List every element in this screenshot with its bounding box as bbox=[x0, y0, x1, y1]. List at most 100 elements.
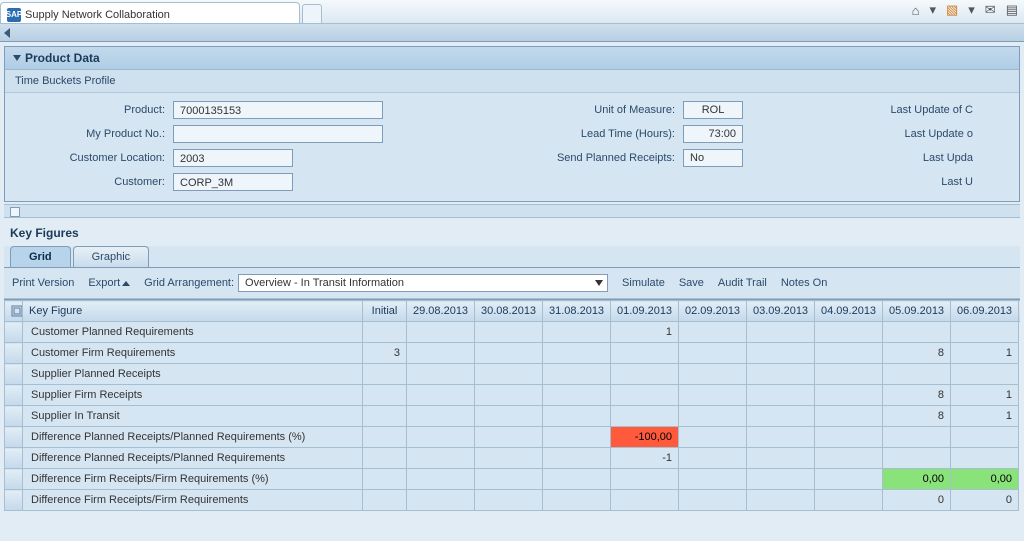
data-cell[interactable]: 0,00 bbox=[951, 469, 1019, 490]
data-cell[interactable]: 1 bbox=[951, 385, 1019, 406]
data-cell[interactable] bbox=[475, 385, 543, 406]
data-cell[interactable] bbox=[363, 322, 407, 343]
col-date[interactable]: 06.09.2013 bbox=[951, 301, 1019, 322]
data-cell[interactable] bbox=[679, 490, 747, 511]
data-cell[interactable] bbox=[883, 322, 951, 343]
data-cell[interactable] bbox=[363, 406, 407, 427]
data-cell[interactable] bbox=[407, 322, 475, 343]
data-cell[interactable] bbox=[543, 385, 611, 406]
data-cell[interactable] bbox=[611, 385, 679, 406]
data-cell[interactable] bbox=[543, 343, 611, 364]
simulate-link[interactable]: Simulate bbox=[622, 277, 665, 289]
data-cell[interactable] bbox=[407, 343, 475, 364]
sendpr-field[interactable]: No bbox=[683, 149, 743, 167]
data-cell[interactable]: 0 bbox=[883, 490, 951, 511]
data-cell[interactable] bbox=[543, 469, 611, 490]
product-field[interactable]: 7000135153 bbox=[173, 101, 383, 119]
tab-graphic[interactable]: Graphic bbox=[73, 246, 150, 267]
row-selector[interactable] bbox=[5, 469, 23, 490]
row-selector[interactable] bbox=[5, 385, 23, 406]
data-cell[interactable] bbox=[543, 406, 611, 427]
data-cell[interactable] bbox=[363, 469, 407, 490]
data-cell[interactable] bbox=[747, 385, 815, 406]
data-cell[interactable] bbox=[475, 406, 543, 427]
data-cell[interactable] bbox=[475, 427, 543, 448]
data-cell[interactable] bbox=[543, 427, 611, 448]
data-cell[interactable] bbox=[407, 406, 475, 427]
data-cell[interactable] bbox=[815, 427, 883, 448]
data-cell[interactable] bbox=[679, 427, 747, 448]
data-cell[interactable] bbox=[815, 385, 883, 406]
data-cell[interactable] bbox=[951, 322, 1019, 343]
data-cell[interactable] bbox=[363, 427, 407, 448]
data-cell[interactable]: -100,00 bbox=[611, 427, 679, 448]
dropdown-icon[interactable]: ▾ bbox=[968, 2, 975, 18]
data-cell[interactable]: 0,00 bbox=[883, 469, 951, 490]
col-date[interactable]: 31.08.2013 bbox=[543, 301, 611, 322]
rss-icon[interactable]: ▧ bbox=[946, 2, 958, 18]
data-cell[interactable] bbox=[475, 469, 543, 490]
col-date[interactable]: 30.08.2013 bbox=[475, 301, 543, 322]
new-tab-button[interactable] bbox=[302, 4, 322, 23]
data-cell[interactable]: -1 bbox=[611, 448, 679, 469]
data-cell[interactable] bbox=[363, 490, 407, 511]
col-key-figure[interactable]: Key Figure bbox=[23, 301, 363, 322]
row-selector[interactable] bbox=[5, 490, 23, 511]
data-cell[interactable]: 8 bbox=[883, 343, 951, 364]
data-cell[interactable] bbox=[951, 364, 1019, 385]
data-cell[interactable]: 1 bbox=[951, 406, 1019, 427]
data-cell[interactable] bbox=[679, 364, 747, 385]
data-cell[interactable] bbox=[407, 469, 475, 490]
data-cell[interactable] bbox=[815, 490, 883, 511]
data-cell[interactable] bbox=[815, 322, 883, 343]
data-cell[interactable] bbox=[815, 448, 883, 469]
row-selector[interactable] bbox=[5, 406, 23, 427]
select-all-header[interactable] bbox=[5, 301, 23, 322]
back-arrow-icon[interactable] bbox=[4, 28, 10, 38]
data-cell[interactable] bbox=[407, 490, 475, 511]
data-cell[interactable] bbox=[363, 385, 407, 406]
row-selector[interactable] bbox=[5, 343, 23, 364]
data-cell[interactable] bbox=[475, 448, 543, 469]
data-cell[interactable] bbox=[951, 448, 1019, 469]
grid-arrangement-dropdown[interactable]: Overview - In Transit Information bbox=[238, 274, 608, 292]
data-cell[interactable] bbox=[475, 343, 543, 364]
dropdown-icon[interactable]: ▾ bbox=[929, 2, 936, 18]
uom-field[interactable]: ROL bbox=[683, 101, 743, 119]
row-selector[interactable] bbox=[5, 448, 23, 469]
data-cell[interactable] bbox=[475, 490, 543, 511]
col-initial[interactable]: Initial bbox=[363, 301, 407, 322]
data-cell[interactable] bbox=[611, 490, 679, 511]
col-date[interactable]: 07 bbox=[1019, 301, 1021, 322]
row-selector[interactable] bbox=[5, 322, 23, 343]
data-cell[interactable] bbox=[747, 490, 815, 511]
data-cell[interactable] bbox=[679, 343, 747, 364]
data-cell[interactable] bbox=[475, 364, 543, 385]
browser-tab[interactable]: SAP Supply Network Collaboration bbox=[0, 2, 300, 23]
data-cell[interactable] bbox=[543, 448, 611, 469]
col-date[interactable]: 05.09.2013 bbox=[883, 301, 951, 322]
data-cell[interactable] bbox=[543, 364, 611, 385]
row-selector[interactable] bbox=[5, 427, 23, 448]
data-cell[interactable] bbox=[815, 469, 883, 490]
data-cell[interactable] bbox=[363, 364, 407, 385]
data-cell[interactable] bbox=[951, 427, 1019, 448]
data-cell[interactable] bbox=[611, 343, 679, 364]
data-cell[interactable]: 8 bbox=[883, 406, 951, 427]
data-cell[interactable] bbox=[363, 448, 407, 469]
data-cell[interactable] bbox=[815, 406, 883, 427]
data-cell[interactable] bbox=[407, 364, 475, 385]
data-cell[interactable]: 8 bbox=[883, 385, 951, 406]
data-cell[interactable] bbox=[679, 469, 747, 490]
data-cell[interactable] bbox=[611, 406, 679, 427]
data-cell[interactable]: 0 bbox=[951, 490, 1019, 511]
data-cell[interactable] bbox=[679, 448, 747, 469]
col-date[interactable]: 02.09.2013 bbox=[679, 301, 747, 322]
data-cell[interactable] bbox=[883, 427, 951, 448]
data-cell[interactable] bbox=[815, 364, 883, 385]
audit-trail-link[interactable]: Audit Trail bbox=[718, 277, 767, 289]
data-cell[interactable] bbox=[407, 427, 475, 448]
col-date[interactable]: 29.08.2013 bbox=[407, 301, 475, 322]
data-cell[interactable]: 3 bbox=[363, 343, 407, 364]
custloc-field[interactable]: 2003 bbox=[173, 149, 293, 167]
